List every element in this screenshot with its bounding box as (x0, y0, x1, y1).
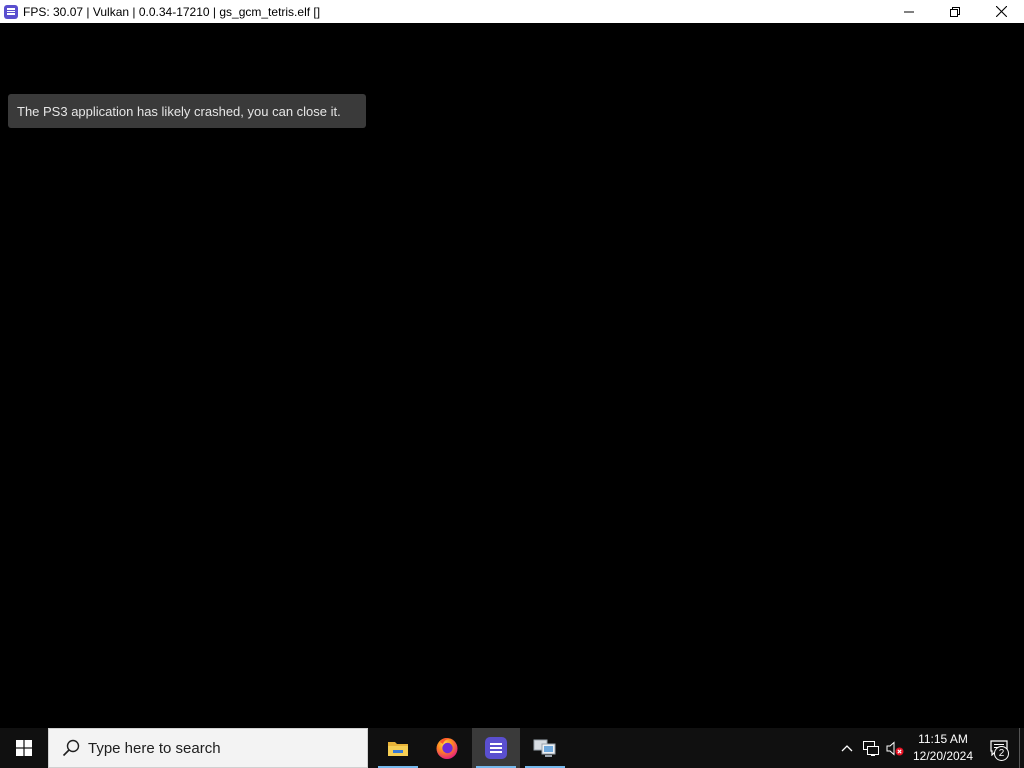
network-icon (862, 740, 879, 756)
taskbar-app-rpcs3[interactable] (472, 728, 520, 768)
chevron-up-icon (841, 745, 853, 752)
close-button[interactable] (978, 0, 1024, 23)
clock-date: 12/20/2024 (912, 749, 974, 763)
windows-logo-icon (16, 740, 32, 756)
taskbar: Type here to search 11:15 AM 12/20/2024 … (0, 728, 1024, 768)
volume-tray-button[interactable] (883, 728, 907, 768)
volume-muted-icon (886, 740, 904, 756)
restore-icon (950, 6, 960, 17)
folder-icon (388, 742, 408, 756)
clock[interactable]: 11:15 AM 12/20/2024 (907, 728, 979, 768)
search-placeholder: Type here to search (88, 739, 221, 757)
window-controls (886, 0, 1024, 23)
start-button[interactable] (0, 728, 48, 768)
taskbar-app-firefox[interactable] (423, 728, 471, 768)
network-computers-icon (533, 739, 556, 757)
taskbar-apps (374, 728, 570, 768)
taskbar-app-file-explorer[interactable] (374, 728, 422, 768)
window-title-bar[interactable]: FPS: 30.07 | Vulkan | 0.0.34-17210 | gs_… (0, 0, 1024, 23)
show-desktop-button[interactable] (1019, 728, 1024, 768)
window-title: FPS: 30.07 | Vulkan | 0.0.34-17210 | gs_… (23, 4, 321, 19)
taskbar-app-network[interactable] (521, 728, 569, 768)
minimize-icon (904, 11, 914, 12)
rpcs3-icon (485, 737, 507, 759)
action-center-button[interactable]: 2 (979, 728, 1019, 768)
show-hidden-icons-button[interactable] (835, 728, 859, 768)
rpcs3-icon (4, 4, 18, 19)
taskbar-search-box[interactable]: Type here to search (48, 728, 368, 768)
minimize-button[interactable] (886, 0, 932, 23)
restore-button[interactable] (932, 0, 978, 23)
search-icon (62, 739, 80, 757)
game-viewport[interactable]: The PS3 application has likely crashed, … (0, 23, 1024, 728)
crash-message: The PS3 application has likely crashed, … (17, 103, 341, 119)
notification-count-badge: 2 (994, 746, 1009, 761)
close-icon (995, 6, 1007, 17)
clock-time: 11:15 AM (918, 732, 968, 746)
firefox-icon (436, 738, 458, 759)
network-tray-button[interactable] (859, 728, 883, 768)
crash-notification: The PS3 application has likely crashed, … (8, 94, 366, 128)
system-tray: 11:15 AM 12/20/2024 2 (835, 728, 1024, 768)
